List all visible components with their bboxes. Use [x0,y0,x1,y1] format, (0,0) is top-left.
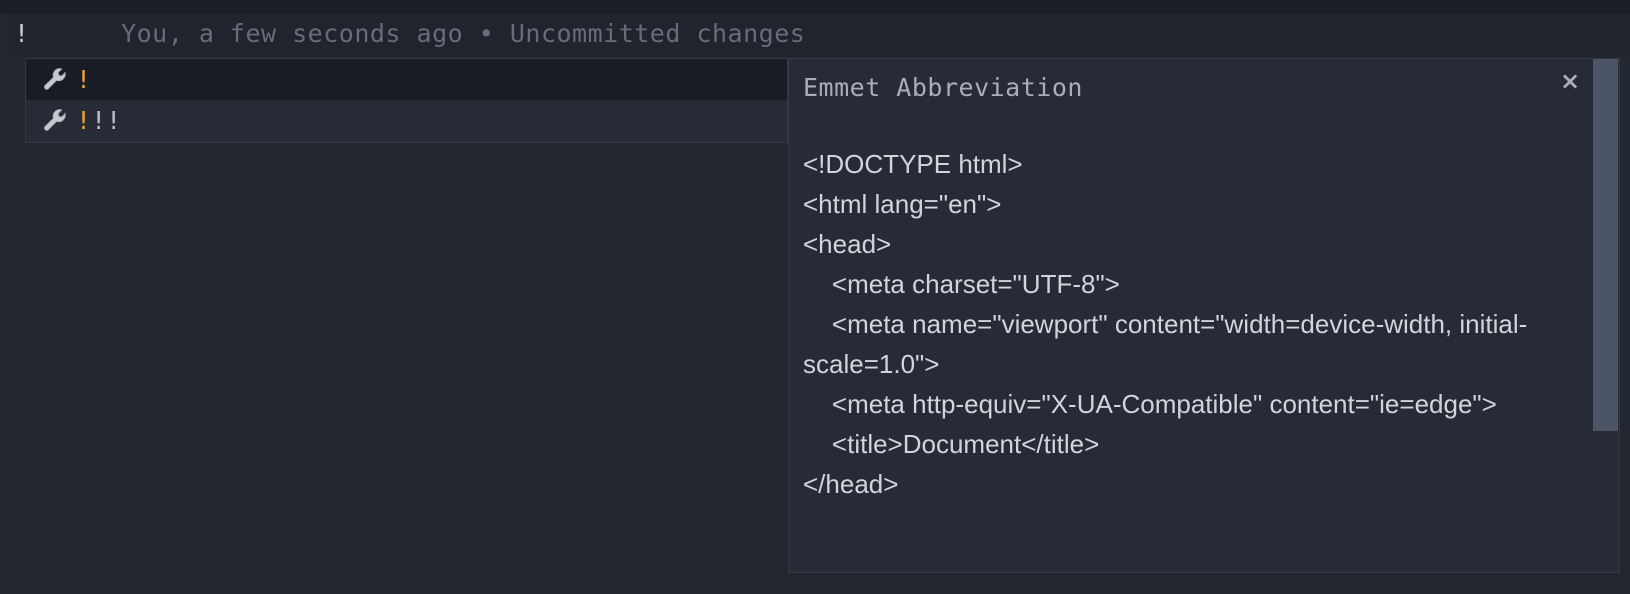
vscode-editor-root: ! You, a few seconds ago • Uncommitted c… [0,0,1630,594]
details-title: Emmet Abbreviation [803,73,1083,102]
editor-line-text: ! [14,19,30,48]
editor-active-line[interactable]: ! You, a few seconds ago • Uncommitted c… [10,14,1630,53]
suggest-item-match: ! [76,106,92,135]
suggest-item-0[interactable]: ! [26,59,787,100]
details-scrollbar[interactable] [1593,59,1618,572]
details-code-preview: <!DOCTYPE html> <html lang="en"> <head> … [803,149,1528,499]
suggest-item-label: ! [76,67,91,92]
suggest-item-1[interactable]: !!! [26,100,787,141]
wrench-icon [40,106,70,136]
suggest-details-content: Emmet Abbreviation <!DOCTYPE html> <html… [789,59,1619,572]
git-blame-annotation[interactable]: You, a few seconds ago • Uncommitted cha… [121,19,805,48]
details-scrollbar-thumb[interactable] [1593,59,1618,431]
suggest-item-label: !!! [76,108,121,133]
wrench-icon [40,65,70,95]
editor-top-strip [0,0,1630,14]
close-icon[interactable]: × [1557,68,1583,94]
suggest-item-match: ! [76,65,92,94]
suggest-details-panel[interactable]: Emmet Abbreviation <!DOCTYPE html> <html… [788,58,1620,573]
suggest-widget-list[interactable]: ! !!! [25,58,788,143]
suggest-item-rest: !! [91,106,122,135]
